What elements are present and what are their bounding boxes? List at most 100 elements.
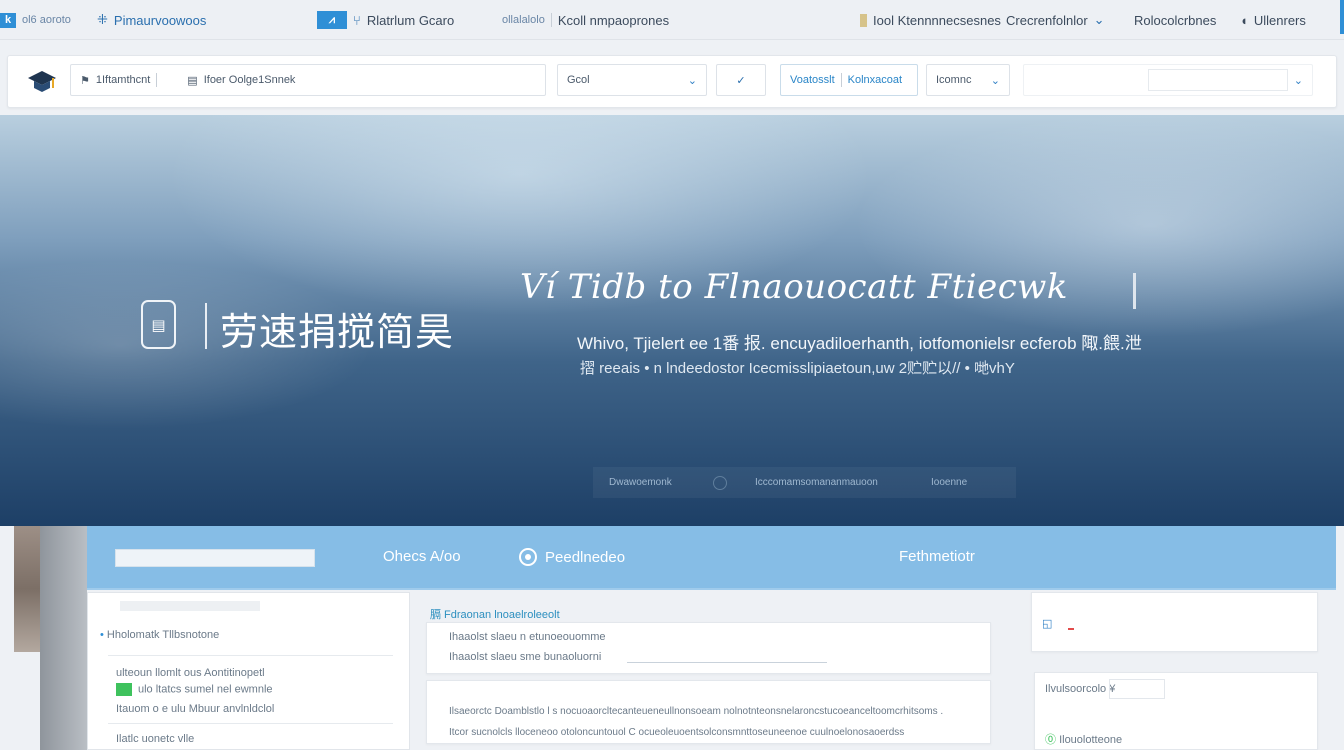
user-icon: ◖ (1240, 12, 1248, 28)
nav-brand[interactable]: k ol6 aoroto (0, 0, 71, 40)
hero-separator (205, 303, 207, 349)
nav-right-2-label: Crecrenfolnlor (1006, 12, 1088, 28)
tab-link-1[interactable]: Ohecs A/oo (383, 548, 461, 565)
nav-section-label: Rlatrlum Gcaro (366, 12, 455, 28)
nav-extra-link-label: Kcoll nmpaoprones (557, 12, 670, 28)
mid-card-2-line-2: Itcor sucnolcls lloceneoo otoloncuntouol… (449, 727, 905, 738)
graduation-cap-icon[interactable] (26, 68, 58, 94)
doc-icon: ▤ (187, 74, 198, 87)
mid-card-2-line-1: Ilsaeorctc Doamblstlo l s nocuoaorclteca… (449, 706, 944, 717)
left-item-3[interactable]: Itauom o e ulu Mbuur anvlnldclol (116, 703, 274, 715)
brand-logo-icon: k (0, 12, 16, 28)
select-2-value: Icomnc (936, 74, 972, 86)
chevron-down-icon: ⌄ (1293, 74, 1303, 87)
search-divider (156, 73, 158, 87)
hero-brand: 劳速捐搅简昊 (220, 312, 455, 354)
nav-app-name[interactable]: ⁜ Pimaurvoowoos (97, 0, 206, 40)
mid-card-1[interactable]: Ihaaolst slaeu n etunoeouomme Ihaaolst s… (426, 622, 991, 674)
right-bottom-label: Ilouolotteone (1059, 734, 1123, 746)
expand-icon[interactable]: ◱ (1042, 617, 1052, 630)
nav-right-4-label: Ullenrers (1253, 12, 1306, 28)
hero-subtitle-1: Whivo, Tjielert ee 1番 报. encuyadiloerhan… (577, 334, 1142, 353)
chevron-down-icon: ⌄ (1093, 12, 1105, 27)
hero-title: Ví Tidb to Flnaouocatt Ftiecwk (520, 267, 1068, 307)
select-1-value: Gcol (567, 74, 590, 86)
hero-badge-icon: ▤ (141, 300, 176, 349)
top-nav-bar: k ol6 aoroto ⁜ Pimaurvoowoos ⩘ ⑂ Rlatrlu… (0, 0, 1344, 40)
red-dot (1068, 628, 1074, 630)
left-item-4[interactable]: Ilatlc uonetc vlle (116, 733, 194, 745)
nav-accent-bar (1340, 0, 1344, 34)
nav-right-2[interactable]: Crecrenfolnlor ⌄ (1006, 0, 1105, 40)
check-circle-icon: ⓪ (1045, 734, 1056, 746)
left-heading: • Hholomatk Tllbsnotone (100, 629, 219, 641)
tab-link-1-label: Ohecs A/oo (383, 548, 461, 565)
row-divider (108, 723, 393, 724)
tab-search-input[interactable] (115, 549, 315, 567)
nav-sub-link-label: ollalalolo (502, 14, 545, 26)
tab-link-2[interactable]: Peedlnedeo (519, 548, 625, 566)
mid-card-1-line-1: Ihaaolst slaeu n etunoeouomme (449, 631, 606, 643)
nav-brand-text: ol6 aoroto (22, 14, 71, 26)
left-item-1[interactable]: ulteoun llomlt ous Aontitinopetl (116, 667, 265, 679)
right-card-1[interactable]: ◱ (1031, 592, 1318, 652)
hero-title-cursor (1133, 273, 1136, 309)
tab-link-3-label: Fethmetiotr (899, 548, 975, 565)
target-icon (519, 548, 537, 566)
row-divider (108, 655, 393, 656)
right-field-input[interactable] (1109, 679, 1165, 699)
search-tag: 1Iftamthcnt (95, 74, 151, 86)
chevron-down-icon: ⌄ (990, 74, 1000, 87)
check-button[interactable]: ✓ (716, 64, 766, 96)
search-input[interactable]: Ifoer Oolge1Snnek (204, 74, 296, 86)
right-search-field[interactable]: ⌄ (1023, 64, 1313, 96)
section-icon: ⩘ (317, 11, 347, 29)
hero-strip: Dwawoemonk Icccomamsomananmauoon Iooenne (593, 467, 1016, 498)
bullet-icon: • (100, 629, 104, 641)
search-bar[interactable]: ⚑ 1Iftamthcnt ▤ Ifoer Oolge1Snnek (70, 64, 546, 96)
nav-section[interactable]: ⩘ ⑂ Rlatrlum Gcaro (317, 0, 454, 40)
hero-banner: ▤ 劳速捐搅简昊 Ví Tidb to Flnaouocatt Ftiecwk … (0, 115, 1344, 527)
hero-strip-item-3[interactable]: Iooenne (931, 477, 967, 488)
ghost-bar (120, 601, 260, 611)
content-area: Ohecs A/oo Peedlnedeo Fethmetiotr • Hhol… (0, 526, 1344, 750)
mid-heading: 膈 Fdraonan lnoaelroleeolt (430, 609, 560, 621)
side-photo (14, 526, 40, 652)
hero-strip-item-1[interactable]: Dwawoemonk (609, 477, 672, 488)
link-group[interactable]: Voatosslt Kolnxacoat (780, 64, 918, 96)
nav-right-3[interactable]: Rolocolcrbnes (1134, 0, 1216, 40)
right-bottom-item[interactable]: ⓪ Ilouolotteone (1045, 731, 1122, 747)
right-search-input[interactable] (1148, 69, 1288, 91)
status-chip-icon (116, 683, 132, 696)
chevron-down-icon: ⌄ (687, 74, 697, 87)
circle-icon (713, 475, 727, 490)
search-flag-icon: ⚑ (80, 74, 90, 87)
toolbar: ⚑ 1Iftamthcnt ▤ Ifoer Oolge1Snnek Gcol ⌄… (7, 55, 1337, 108)
chain-icon: ⑂ (353, 12, 361, 28)
flag-icon (860, 13, 867, 27)
tab-link-2-label: Peedlnedeo (545, 548, 626, 566)
left-heading-text: Hholomatk Tllbsnotone (106, 629, 220, 641)
hero-strip-item-2[interactable]: Icccomamsomananmauoon (755, 477, 878, 488)
side-gutter (40, 526, 87, 750)
nav-sub-link[interactable]: ollalalolo Kcoll nmpaoprones (502, 0, 669, 40)
underline (627, 662, 827, 663)
tab-bar: Ohecs A/oo Peedlnedeo Fethmetiotr (87, 526, 1336, 590)
hero-subtitle-2: 摺 reeais • n lndeedostor Icecmisslipiaet… (580, 360, 1015, 377)
left-item-2-text: ulo ltatcs sumel nel ewmnle (138, 683, 273, 696)
left-item-2[interactable]: ulo ltatcs sumel nel ewmnle (116, 683, 273, 696)
nav-right-1[interactable]: Iool Ktennnnecsesnes (860, 0, 1001, 40)
link-2[interactable]: Kolnxacoat (848, 74, 902, 86)
app-icon: ⁜ (97, 12, 108, 27)
nav-app-name-label: Pimaurvoowoos (113, 12, 207, 28)
right-card-2[interactable]: Ilvulsoorcolo ¥ ⓪ Ilouolotteone (1034, 672, 1318, 750)
tab-link-3[interactable]: Fethmetiotr (899, 548, 975, 565)
nav-right-4[interactable]: ◖ Ullenrers (1240, 0, 1306, 40)
mid-card-2[interactable]: Ilsaeorctc Doamblstlo l s nocuoaorclteca… (426, 680, 991, 744)
right-field-label: Ilvulsoorcolo ¥ (1045, 683, 1116, 695)
link-1[interactable]: Voatosslt (790, 74, 835, 86)
left-panel: • Hholomatk Tllbsnotone ulteoun llomlt o… (87, 592, 410, 750)
link-divider (840, 73, 842, 87)
select-dropdown-1[interactable]: Gcol ⌄ (557, 64, 707, 96)
select-dropdown-2[interactable]: Icomnc ⌄ (926, 64, 1010, 96)
